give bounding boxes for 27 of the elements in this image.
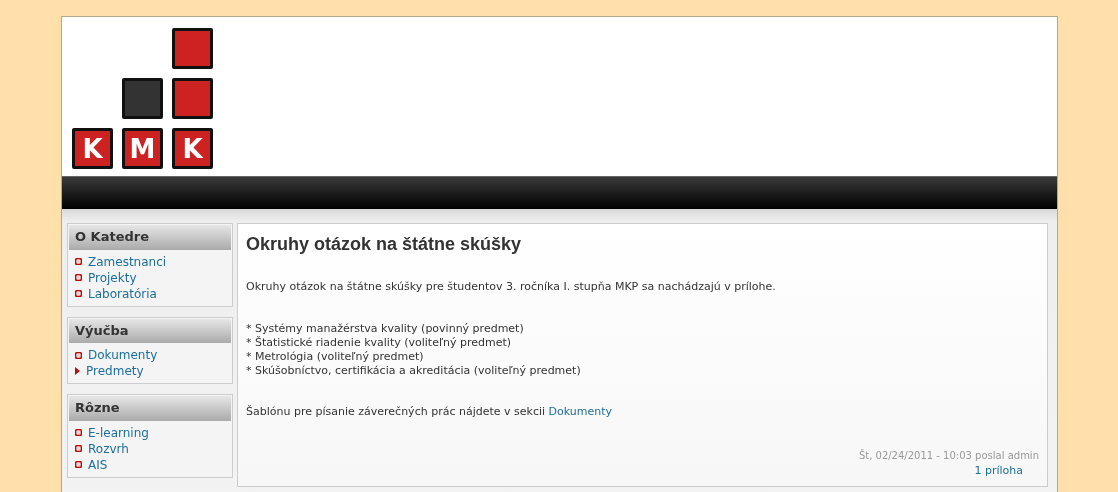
logo-letter: M bbox=[122, 128, 163, 169]
submitted-info: Št, 02/24/2011 - 10:03 poslal admin bbox=[857, 448, 1039, 463]
list-item: * Metrológia (voliteľný predmet) bbox=[246, 349, 425, 364]
block-title: O Katedre bbox=[69, 225, 231, 250]
list-item: * Skúšobníctvo, certifikácia a akreditácia (voliteľný predmet) bbox=[246, 363, 582, 378]
menu-link[interactable]: Predmety bbox=[86, 363, 144, 379]
menu-link[interactable]: Rozvrh bbox=[88, 440, 129, 457]
menu-link[interactable]: AIS bbox=[88, 456, 108, 473]
menu-link[interactable]: E-learning bbox=[88, 424, 149, 441]
list-item: * Štatistické riadenie kvality (voliteľný predmet) bbox=[246, 335, 513, 350]
logo-letter: K bbox=[172, 128, 213, 169]
list-item: * Systémy manažérstva kvality (povinný predmet) bbox=[246, 321, 525, 336]
attachment-link[interactable]: 1 príloha bbox=[974, 464, 1023, 477]
paragraph: Šablónu pre písanie záverečných prác nájdete v sekcii Dokumenty bbox=[246, 403, 614, 420]
block-title: Rôzne bbox=[69, 396, 231, 421]
article-title: Okruhy otázok na štátne skúšky bbox=[246, 234, 523, 255]
paragraph: Okruhy otázok na štátne skúšky pre študentov 3. ročníka I. stupňa MKP sa nachádzajú v prílohe. bbox=[246, 279, 777, 295]
dokumenty-link[interactable]: Dokumenty bbox=[548, 404, 613, 418]
block-title: Výučba bbox=[69, 318, 231, 343]
logo-letter: K bbox=[72, 128, 113, 169]
menu-link[interactable]: Zamestnanci bbox=[88, 253, 167, 270]
menu-link[interactable]: Dokumenty bbox=[88, 347, 158, 363]
logo-square bbox=[172, 78, 213, 119]
logo-square bbox=[172, 28, 213, 69]
logo-square bbox=[122, 78, 163, 119]
menu-link[interactable]: Laboratória bbox=[88, 285, 157, 302]
menu-link[interactable]: Projekty bbox=[88, 269, 137, 286]
